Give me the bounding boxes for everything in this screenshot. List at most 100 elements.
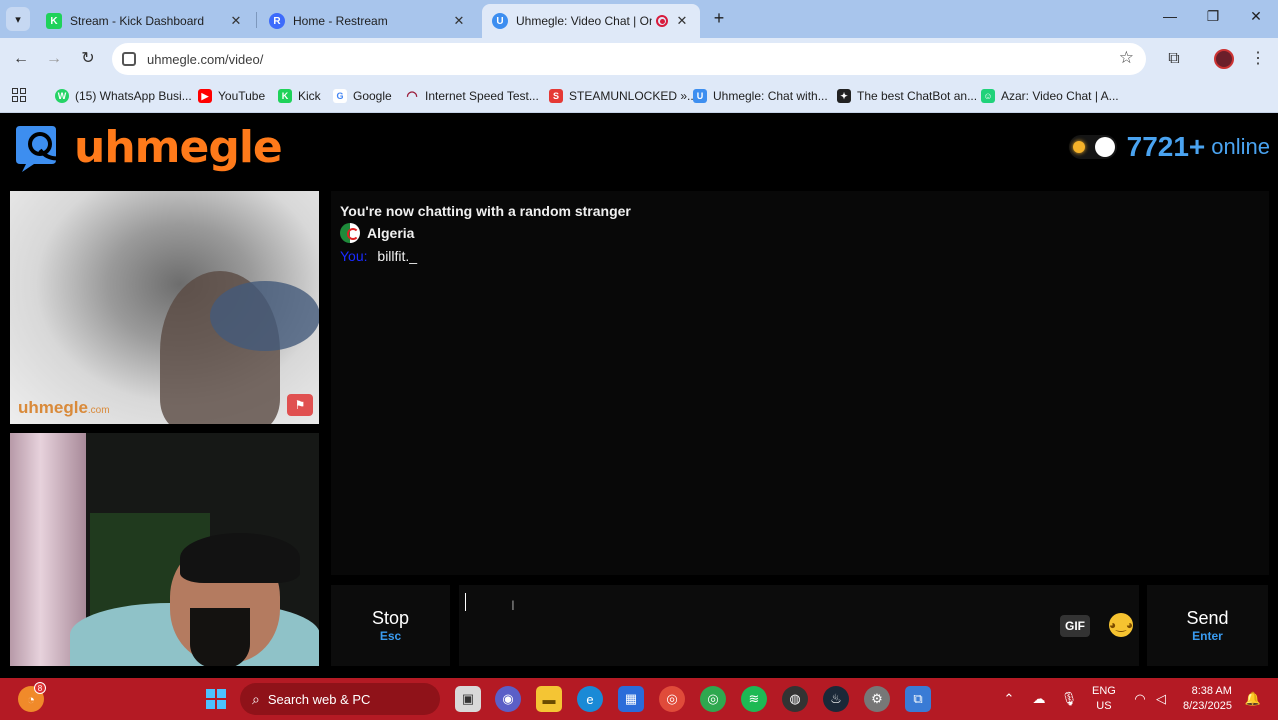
notification-badge: 8 (34, 682, 46, 694)
stop-button[interactable]: Stop Esc (331, 585, 450, 666)
google-icon: G (333, 89, 347, 103)
file-explorer-icon[interactable]: ▬ (536, 686, 562, 712)
edge-icon[interactable]: e (577, 686, 603, 712)
restore-icon[interactable]: ❐ (1203, 8, 1223, 25)
uhmegle-icon: U (693, 89, 707, 103)
task-view-icon[interactable]: ▣ (455, 686, 481, 712)
onedrive-icon[interactable]: ☁ (1026, 686, 1052, 712)
input-language[interactable]: ENG US (1092, 684, 1116, 714)
bookmark-whatsapp[interactable]: W (15) WhatsApp Busi... (55, 86, 192, 106)
emoji-icon[interactable]: ◕‿◕ (1109, 613, 1133, 637)
extensions-icon[interactable]: ⧉ (1163, 48, 1185, 70)
forward-icon[interactable]: → (43, 48, 65, 70)
chatbot-icon: ✦ (837, 89, 851, 103)
send-label: Send (1186, 608, 1229, 628)
stop-shortcut: Esc (379, 629, 402, 643)
gif-button[interactable]: GIF (1060, 615, 1090, 637)
apps-grid-icon[interactable] (12, 88, 26, 102)
stranger-video: uhmegle.com ⚑ (10, 191, 319, 424)
settings-gear-icon[interactable]: ⚙ (864, 686, 890, 712)
online-counter: 7721+ online (1068, 131, 1270, 163)
language-code: ENG (1092, 685, 1116, 697)
reload-icon[interactable]: ↻ (77, 48, 99, 70)
bookmark-uhmegle[interactable]: U Uhmegle: Chat with... (693, 86, 828, 106)
bookmark-label: The best ChatBot an... (857, 89, 978, 103)
chrome-alt-icon[interactable]: ◎ (700, 686, 726, 712)
volume-icon[interactable]: ◁ (1148, 686, 1174, 712)
bookmark-steamunlocked[interactable]: S STEAMUNLOCKED »... (549, 86, 697, 106)
remote-desktop-icon[interactable]: ⧉ (905, 686, 931, 712)
close-tab-icon[interactable]: ✕ (228, 13, 244, 29)
clock-date: 8/23/2025 (1183, 700, 1232, 712)
self-hair (180, 533, 300, 583)
close-window-icon[interactable]: ✕ (1246, 8, 1266, 25)
search-placeholder: Search web & PC (267, 691, 371, 707)
tab-search-menu-icon[interactable]: ▾ (6, 7, 30, 31)
spotify-icon[interactable]: ≋ (741, 686, 767, 712)
tab-kick-dashboard[interactable]: K Stream - Kick Dashboard ✕ (36, 4, 254, 38)
site-info-icon[interactable] (122, 52, 136, 66)
widgets-icon[interactable]: ◔ 8 (18, 682, 46, 712)
bookmark-youtube[interactable]: ▶ YouTube (198, 86, 265, 106)
report-flag-button[interactable]: ⚑ (287, 394, 313, 416)
region-code: US (1096, 700, 1112, 712)
windows-start-icon[interactable] (203, 686, 229, 712)
tab-title: Home - Restream (293, 14, 388, 28)
tray-overflow-icon[interactable]: ⌃ (996, 686, 1022, 712)
tab-uhmegle[interactable]: U Uhmegle: Video Chat | Ome ✕ (482, 4, 700, 38)
algeria-flag-icon (340, 223, 360, 243)
new-tab-button[interactable]: + (708, 8, 730, 30)
toggle-knob (1094, 137, 1115, 157)
online-label: online (1211, 134, 1270, 159)
notification-bell-icon[interactable]: 🔔 (1240, 686, 1266, 712)
url-text[interactable]: uhmegle.com/video/ (147, 52, 263, 67)
steam-icon[interactable]: ♨ (823, 686, 849, 712)
tab-strip: ▾ K Stream - Kick Dashboard ✕ R Home - R… (0, 0, 1278, 38)
country-name: Algeria (367, 225, 415, 241)
site-logo[interactable]: uhmegle (12, 119, 283, 175)
clock-time: 8:38 AM (1191, 685, 1232, 697)
stop-label: Stop (371, 608, 410, 628)
bookmark-label: STEAMUNLOCKED »... (569, 89, 698, 103)
chrome-icon[interactable]: ◎ (659, 686, 685, 712)
close-tab-icon[interactable]: ✕ (674, 13, 690, 29)
self-video (10, 433, 319, 666)
theme-toggle[interactable] (1068, 135, 1117, 159)
stranger-cap (210, 281, 319, 351)
tab-divider (256, 12, 257, 28)
close-tab-icon[interactable]: ✕ (451, 13, 467, 29)
message-text: billfit._ (377, 248, 418, 264)
address-bar[interactable]: uhmegle.com/video/ ☆ (112, 43, 1146, 75)
chat-status: You're now chatting with a random strang… (340, 203, 631, 219)
minimize-icon[interactable]: — (1160, 8, 1180, 24)
taskbar-search[interactable]: ⌕ Search web & PC (240, 683, 440, 715)
bookmark-kick[interactable]: K Kick (278, 86, 321, 106)
bookmark-label: Kick (298, 89, 321, 103)
watermark-text: uhmegle (18, 398, 88, 417)
message-input[interactable]: I GIF ◕‿◕ (459, 585, 1139, 666)
teams-icon[interactable]: ◉ (495, 686, 521, 712)
microphone-icon[interactable]: 🎙 (1056, 686, 1082, 712)
uhmegle-favicon-icon: U (492, 13, 508, 29)
kick-icon: K (278, 89, 292, 103)
system-clock[interactable]: 8:38 AM 8/23/2025 (1183, 684, 1232, 714)
bookmark-label: Internet Speed Test... (425, 89, 539, 103)
restream-favicon-icon: R (269, 13, 285, 29)
bookmark-speed-test[interactable]: ◠ Internet Speed Test... (405, 86, 539, 106)
tab-restream[interactable]: R Home - Restream ✕ (259, 4, 477, 38)
bookmark-chatbot[interactable]: ✦ The best ChatBot an... (837, 86, 977, 106)
bookmark-azar[interactable]: ☺ Azar: Video Chat | A... (981, 86, 1119, 106)
kick-favicon-icon: K (46, 13, 62, 29)
online-count: 7721+ (1126, 131, 1206, 162)
speedometer-icon: ◠ (406, 88, 418, 103)
self-beard (190, 608, 250, 666)
send-button[interactable]: Send Enter (1147, 585, 1268, 666)
bookmark-star-icon[interactable]: ☆ (1119, 48, 1134, 68)
back-icon[interactable]: ← (10, 48, 32, 70)
ibeam-cursor-icon: I (511, 597, 515, 613)
obs-icon[interactable]: ◍ (782, 686, 808, 712)
menu-kebab-icon[interactable]: ⋮ (1247, 48, 1269, 70)
bookmark-google[interactable]: G Google (333, 86, 392, 106)
store-icon[interactable]: ▦ (618, 686, 644, 712)
profile-avatar[interactable] (1214, 49, 1234, 69)
